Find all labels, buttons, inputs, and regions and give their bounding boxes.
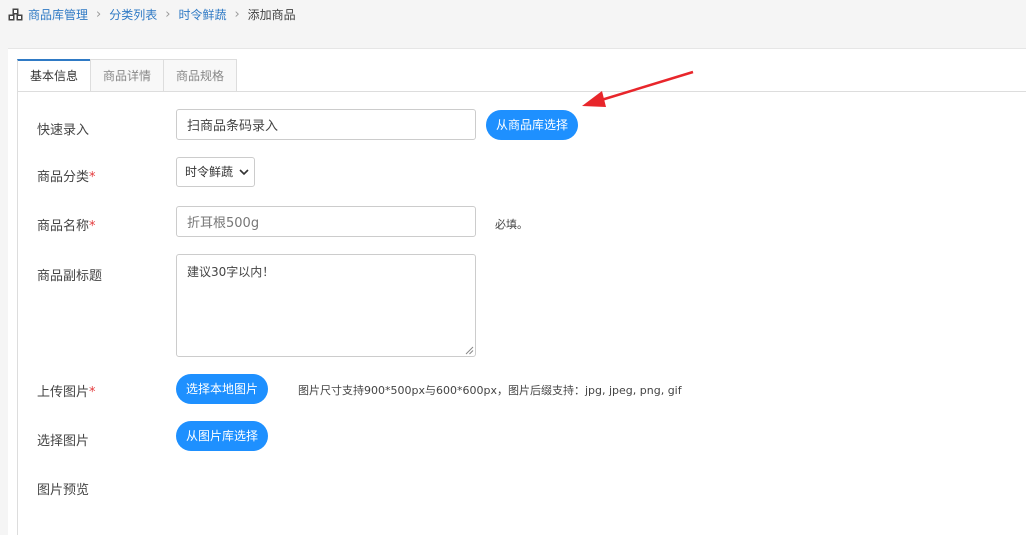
breadcrumb-current: 添加商品 xyxy=(247,8,296,22)
tab-product-specs[interactable]: 商品规格 xyxy=(163,59,238,92)
upload-label-text: 上传图片 xyxy=(37,385,90,400)
product-name-input[interactable] xyxy=(176,206,476,237)
resize-grip-icon[interactable] xyxy=(465,346,474,355)
tab-divider xyxy=(17,91,1026,92)
tab-basic-info[interactable]: 基本信息 xyxy=(17,59,91,92)
category-label-text: 商品分类 xyxy=(37,170,90,185)
content-border xyxy=(17,91,18,535)
breadcrumb: 商品库管理 › 分类列表 › 时令鲜蔬 › 添加商品 xyxy=(8,0,296,30)
annotation-arrow-icon xyxy=(582,70,694,107)
tab-bar: 基本信息 商品详情 商品规格 xyxy=(17,59,238,92)
form-panel: 基本信息 商品详情 商品规格 快速录入 从商品库选择 商品分类* 时令鲜蔬 商品… xyxy=(8,48,1026,535)
category-select[interactable]: 时令鲜蔬 xyxy=(176,157,255,187)
category-label: 商品分类* xyxy=(37,166,96,185)
required-mark: * xyxy=(89,170,96,185)
select-local-image-button[interactable]: 选择本地图片 xyxy=(176,374,269,404)
name-label-text: 商品名称 xyxy=(37,219,90,234)
chevron-right-icon: › xyxy=(234,7,240,22)
image-format-hint: 图片尺寸支持900*500px与600*600px，图片后缀支持：jpg, jp… xyxy=(298,384,682,397)
name-label: 商品名称* xyxy=(37,215,96,234)
select-from-library-button[interactable]: 从商品库选择 xyxy=(486,110,579,140)
breadcrumb-link-seasonal-vegetables[interactable]: 时令鲜蔬 xyxy=(178,1,226,29)
required-mark: * xyxy=(89,219,96,234)
chevron-right-icon: › xyxy=(165,7,171,22)
quick-entry-label: 快速录入 xyxy=(37,123,90,138)
category-selected-value: 时令鲜蔬 xyxy=(185,165,234,179)
required-mark: * xyxy=(89,385,96,400)
choose-image-label: 选择图片 xyxy=(37,434,90,449)
cubes-icon xyxy=(8,8,24,22)
chevron-down-icon xyxy=(239,169,249,176)
upload-label: 上传图片* xyxy=(37,381,96,400)
breadcrumb-link-product-library[interactable]: 商品库管理 xyxy=(28,1,88,29)
chevron-right-icon: › xyxy=(96,7,102,22)
barcode-input[interactable] xyxy=(176,109,476,140)
breadcrumb-link-category-list[interactable]: 分类列表 xyxy=(109,1,157,29)
name-required-hint: 必填。 xyxy=(495,218,528,231)
image-preview-label: 图片预览 xyxy=(37,483,90,498)
subtitle-label: 商品副标题 xyxy=(37,269,103,284)
select-from-image-library-button[interactable]: 从图片库选择 xyxy=(176,421,269,451)
subtitle-textarea[interactable]: 建议30字以内！ xyxy=(176,254,476,357)
tab-product-details[interactable]: 商品详情 xyxy=(90,59,164,92)
